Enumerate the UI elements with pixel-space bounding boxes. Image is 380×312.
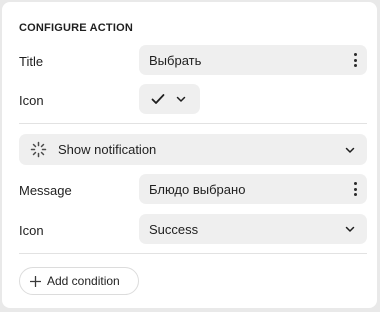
message-more-icon[interactable] [351, 181, 359, 197]
message-label: Message [19, 183, 72, 198]
configure-action-panel: CONFIGURE ACTION Title Выбрать Icon Show… [2, 2, 377, 308]
action-type-dropdown[interactable]: Show notification [19, 134, 367, 165]
section-title: CONFIGURE ACTION [19, 22, 134, 34]
icon-picker[interactable] [139, 84, 200, 114]
divider [19, 123, 367, 124]
title-input[interactable]: Выбрать [139, 45, 367, 75]
add-condition-button[interactable]: Add condition [19, 267, 139, 295]
chevron-down-icon [176, 96, 186, 102]
icon-label: Icon [19, 93, 44, 108]
title-value: Выбрать [149, 52, 202, 68]
chevron-down-icon [345, 147, 355, 153]
action-type-label: Show notification [58, 142, 157, 157]
status-icon-label: Icon [19, 223, 44, 238]
title-more-icon[interactable] [351, 52, 359, 68]
plus-icon [30, 275, 41, 287]
chevron-down-icon [345, 226, 355, 232]
status-icon-value: Success [149, 221, 199, 237]
spinner-icon [30, 141, 47, 158]
status-icon-select[interactable]: Success [139, 214, 367, 244]
message-value: Блюдо выбрано [149, 181, 246, 197]
message-input[interactable]: Блюдо выбрано [139, 174, 367, 204]
title-label: Title [19, 54, 44, 69]
check-icon [151, 94, 165, 104]
divider [19, 253, 367, 254]
add-condition-label: Add condition [47, 274, 120, 288]
